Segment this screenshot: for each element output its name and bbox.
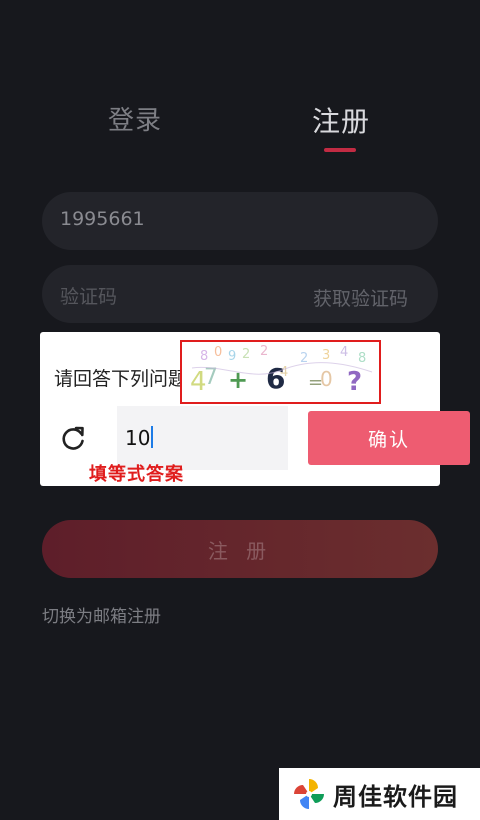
active-tab-indicator (324, 148, 356, 152)
text-cursor (151, 426, 154, 448)
phone-value: 1995661 (60, 208, 145, 230)
svg-text:8: 8 (200, 349, 208, 364)
tab-login[interactable]: 登录 (108, 100, 162, 137)
code-placeholder: 验证码 (60, 286, 118, 308)
get-code-button[interactable]: 获取验证码 (313, 284, 408, 311)
svg-text:2: 2 (260, 344, 268, 359)
register-button[interactable]: 注 册 (42, 520, 438, 578)
watermark: 周佳软件园 (279, 768, 480, 820)
svg-text:0: 0 (214, 345, 222, 360)
svg-text:3: 3 (322, 348, 330, 363)
captcha-image[interactable]: 8 0 9 2 2 2 3 4 8 4 4 7 + 6 = 0 ? (180, 340, 381, 404)
refresh-icon[interactable] (58, 424, 88, 454)
captcha-answer-value: 10 (125, 426, 151, 450)
annotation-label: 填等式答案 (89, 464, 184, 485)
phone-field[interactable]: 1995661 (42, 192, 438, 250)
confirm-button-label: 确认 (367, 428, 410, 451)
svg-text:0: 0 (320, 367, 333, 391)
svg-text:8: 8 (358, 351, 366, 366)
svg-text:4: 4 (340, 345, 348, 360)
verification-code-field[interactable]: 验证码 获取验证码 (42, 265, 438, 323)
svg-text:2: 2 (242, 347, 250, 362)
register-button-label: 注 册 (207, 538, 273, 563)
captcha-plus: + (228, 366, 248, 394)
svg-text:6: 6 (266, 362, 285, 395)
captcha-question-label: 请回答下列问题 (54, 368, 184, 390)
tab-register[interactable]: 注册 (312, 100, 370, 140)
svg-text:?: ? (347, 367, 362, 397)
watermark-text: 周佳软件园 (333, 782, 458, 811)
auth-tabs: 登录 注册 (0, 100, 480, 160)
svg-text:9: 9 (228, 349, 236, 364)
captcha-image-graphic: 8 0 9 2 2 2 3 4 8 4 4 7 + 6 = 0 ? (190, 344, 373, 397)
confirm-button[interactable]: 确认 (308, 411, 470, 465)
pinwheel-logo-icon (294, 779, 324, 809)
captcha-dialog: 请回答下列问题 8 0 9 2 2 2 3 4 8 4 4 7 + 6 = 0 (40, 332, 470, 486)
switch-to-email-link[interactable]: 切换为邮箱注册 (42, 602, 161, 627)
